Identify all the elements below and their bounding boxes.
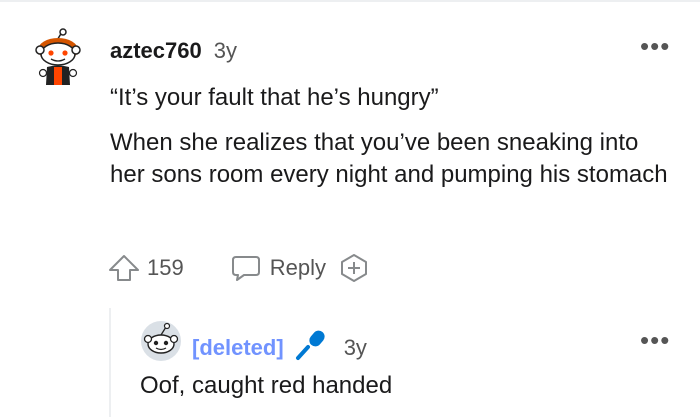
more-options-icon[interactable]: ••• bbox=[640, 327, 670, 353]
comment-bubble-icon bbox=[231, 256, 260, 281]
deleted-user-avatar-icon bbox=[140, 320, 182, 362]
reply-label: Reply bbox=[269, 255, 326, 280]
more-options-icon[interactable]: ••• bbox=[640, 33, 670, 59]
vote-count: 159 bbox=[147, 255, 184, 280]
comment-meta: aztec760 3y bbox=[110, 38, 237, 64]
user-avatar-icon[interactable] bbox=[34, 28, 84, 88]
reply-body: Oof, caught red handed bbox=[140, 372, 393, 399]
comment-actions: 159 Reply bbox=[107, 250, 370, 286]
deleted-username: [deleted] bbox=[192, 334, 284, 360]
reply-age: 3y bbox=[343, 334, 367, 360]
thread-line[interactable] bbox=[109, 308, 111, 417]
comment-body: When she realizes that you’ve been sneak… bbox=[110, 129, 668, 188]
upvote-arrow-icon bbox=[109, 255, 139, 281]
microphone-icon bbox=[294, 329, 328, 366]
comment-quote: “It’s your fault that he’s hungry” bbox=[110, 84, 439, 111]
reply-button[interactable]: Reply bbox=[230, 253, 326, 283]
add-award-button[interactable] bbox=[338, 252, 370, 284]
reply-meta: [deleted] 3y bbox=[192, 329, 367, 366]
add-award-icon bbox=[340, 254, 367, 282]
comment-age: 3y bbox=[213, 38, 237, 63]
upvote-button[interactable]: 159 bbox=[107, 253, 184, 283]
top-divider bbox=[0, 0, 700, 2]
username-link[interactable]: aztec760 bbox=[110, 38, 202, 64]
